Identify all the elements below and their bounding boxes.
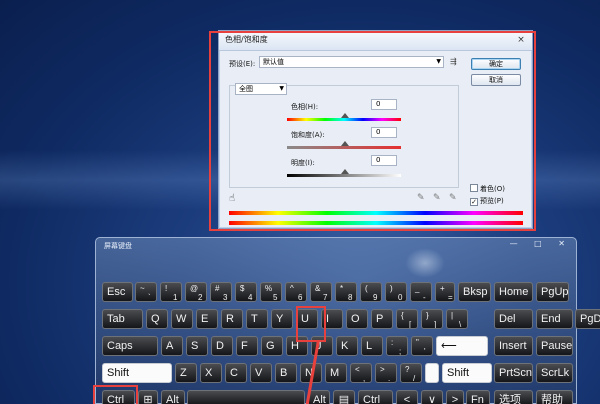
key-row4-0[interactable]: Shift <box>102 363 172 383</box>
key-row1-15[interactable]: Home <box>494 282 533 302</box>
key-row3-8[interactable]: K <box>336 336 358 356</box>
key-row2-9[interactable]: O <box>346 309 368 329</box>
key-row1-1[interactable]: ~ ` <box>135 282 157 302</box>
key-row1-4[interactable]: #3 <box>210 282 232 302</box>
key-row2-15[interactable]: End <box>536 309 573 329</box>
key-row1-11[interactable]: ) 0 <box>385 282 407 302</box>
key-row3-5[interactable]: G <box>261 336 283 356</box>
key-row5-6[interactable]: Ctrl <box>358 390 393 404</box>
key-row3-13[interactable]: Insert <box>494 336 533 356</box>
key-row5-12[interactable]: 帮助 <box>536 390 573 404</box>
key-row4-13[interactable]: PrtScn <box>494 363 533 383</box>
key-row1-14[interactable]: Bksp <box>458 282 491 302</box>
key-row1-0[interactable]: Esc <box>102 282 133 302</box>
key-row2-12[interactable]: }] <box>421 309 443 329</box>
key-row5-1[interactable]: ⊞ <box>138 390 158 404</box>
key-row5-10[interactable]: Fn <box>466 390 490 404</box>
key-row1-12[interactable]: _ - <box>410 282 432 302</box>
u-key-highlight-box <box>296 306 326 342</box>
key-row4-4[interactable]: V <box>250 363 272 383</box>
key-row4-2[interactable]: X <box>200 363 222 383</box>
key-row4-14[interactable]: ScrLk <box>536 363 573 383</box>
key-row1-2[interactable]: ! 1 <box>160 282 182 302</box>
key-row2-6[interactable]: Y <box>271 309 293 329</box>
key-row1-13[interactable]: + = <box>435 282 455 302</box>
key-row4-12[interactable]: Shift <box>442 363 492 383</box>
key-row5-9[interactable]: > <box>446 390 464 404</box>
key-row4-1[interactable]: Z <box>175 363 197 383</box>
key-row1-10[interactable]: (9 <box>360 282 382 302</box>
key-row3-11[interactable]: " ' <box>411 336 433 356</box>
key-row1-16[interactable]: PgUp <box>536 282 569 302</box>
keyboard-title: 屏幕键盘 <box>104 242 132 250</box>
key-row3-14[interactable]: Pause <box>536 336 573 356</box>
key-row3-0[interactable]: Caps <box>102 336 158 356</box>
key-row5-4[interactable]: Alt <box>308 390 330 404</box>
ctrl-key-highlight-box <box>93 385 138 404</box>
dialog-highlight-box <box>209 31 536 231</box>
key-row2-1[interactable]: Q <box>146 309 168 329</box>
key-row1-9[interactable]: * 8 <box>335 282 357 302</box>
key-row4-9[interactable]: >. <box>375 363 397 383</box>
key-row3-3[interactable]: D <box>211 336 233 356</box>
on-screen-keyboard: 屏幕键盘 — □ ✕ Esc ~ `! 1 @2 #3 $4% 5 ^ 6 & 7 * 8(9) 0 _ - + =… <box>95 237 600 404</box>
key-row3-10[interactable]: :; <box>386 336 408 356</box>
key-row2-16[interactable]: PgDn <box>575 309 600 329</box>
key-row2-2[interactable]: W <box>171 309 193 329</box>
key-row4-5[interactable]: B <box>275 363 297 383</box>
key-row4-11[interactable] <box>425 363 439 383</box>
key-row1-8[interactable]: & 7 <box>310 282 332 302</box>
key-row4-8[interactable]: <, <box>350 363 372 383</box>
key-row5-3[interactable] <box>187 390 305 404</box>
key-row1-7[interactable]: ^ 6 <box>285 282 307 302</box>
key-row2-4[interactable]: R <box>221 309 243 329</box>
key-row3-9[interactable]: L <box>361 336 383 356</box>
key-row3-4[interactable]: F <box>236 336 258 356</box>
key-row5-11[interactable]: 选项 <box>494 390 533 404</box>
window-controls[interactable]: — □ ✕ <box>510 239 572 248</box>
key-row5-2[interactable]: Alt <box>161 390 185 404</box>
key-row2-13[interactable]: | \ <box>446 309 468 329</box>
key-row3-2[interactable]: S <box>186 336 208 356</box>
key-row2-3[interactable]: E <box>196 309 218 329</box>
key-row2-0[interactable]: Tab <box>102 309 143 329</box>
key-row4-7[interactable]: M <box>325 363 347 383</box>
key-row4-10[interactable]: ? / <box>400 363 422 383</box>
key-row3-12[interactable]: ⟵ <box>436 336 488 356</box>
key-row2-11[interactable]: {[ <box>396 309 418 329</box>
key-row2-14[interactable]: Del <box>494 309 533 329</box>
key-row5-8[interactable]: ∨ <box>421 390 443 404</box>
key-row2-10[interactable]: P <box>371 309 393 329</box>
key-row4-3[interactable]: C <box>225 363 247 383</box>
key-row1-6[interactable]: % 5 <box>260 282 282 302</box>
key-row5-7[interactable]: < <box>396 390 418 404</box>
key-row2-5[interactable]: T <box>246 309 268 329</box>
key-row1-5[interactable]: $4 <box>235 282 257 302</box>
key-row1-3[interactable]: @2 <box>185 282 207 302</box>
key-row5-5[interactable]: ▤ <box>333 390 355 404</box>
key-row3-1[interactable]: A <box>161 336 183 356</box>
